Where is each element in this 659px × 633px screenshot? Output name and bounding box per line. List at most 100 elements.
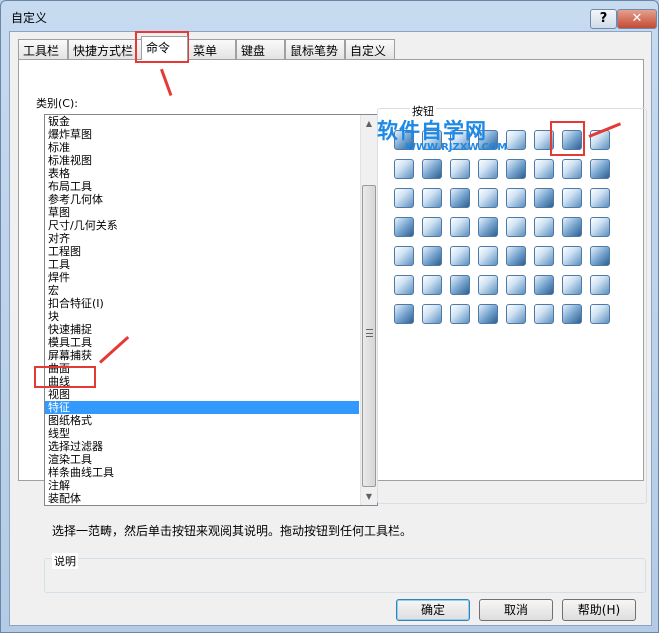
category-item[interactable]: 标准 bbox=[45, 141, 359, 154]
combine-icon[interactable] bbox=[422, 217, 442, 237]
rib-icon[interactable] bbox=[450, 159, 470, 179]
category-item[interactable]: 渲染工具 bbox=[45, 453, 359, 466]
boundary-icon[interactable] bbox=[506, 217, 526, 237]
category-item[interactable]: 参考几何体 bbox=[45, 193, 359, 206]
flex-icon[interactable] bbox=[450, 188, 470, 208]
category-item[interactable]: 钣金 bbox=[45, 115, 359, 128]
category-item[interactable]: 标准视图 bbox=[45, 154, 359, 167]
fillet-icon[interactable] bbox=[394, 159, 414, 179]
category-item[interactable]: 图纸格式 bbox=[45, 414, 359, 427]
category-item[interactable]: 草图 bbox=[45, 206, 359, 219]
cavity-icon[interactable] bbox=[562, 217, 582, 237]
chamfer-icon[interactable] bbox=[422, 159, 442, 179]
indent-icon[interactable] bbox=[478, 188, 498, 208]
category-item[interactable]: 尺寸/几何关系 bbox=[45, 219, 359, 232]
category-item[interactable]: 块 bbox=[45, 310, 359, 323]
category-list[interactable]: 钣金 爆炸草图 标准 标准视图 表格 布局工具 参考几何体 草图 尺寸/几何关系 对齐 工程图 工具焊… bbox=[44, 114, 378, 506]
advanced-hole-icon[interactable] bbox=[450, 275, 470, 295]
wrap-icon[interactable] bbox=[422, 188, 442, 208]
watermark-url: WWW.RJZXW.COM bbox=[405, 142, 508, 153]
cosmetic-thread-icon[interactable] bbox=[534, 275, 554, 295]
scroll-down-arrow-icon[interactable]: ▼ bbox=[361, 488, 377, 505]
stud-icon[interactable] bbox=[506, 275, 526, 295]
freeform-icon[interactable] bbox=[534, 188, 554, 208]
draft-icon[interactable] bbox=[478, 159, 498, 179]
tab-customization[interactable]: 自定义 bbox=[345, 39, 395, 59]
intersect-icon[interactable] bbox=[450, 217, 470, 237]
category-item[interactable]: 扣合特征(I) bbox=[45, 297, 359, 310]
fill-pattern-icon[interactable] bbox=[534, 246, 554, 266]
reference-icon[interactable] bbox=[506, 304, 526, 324]
category-item[interactable]: 线型 bbox=[45, 427, 359, 440]
deform-icon[interactable] bbox=[506, 188, 526, 208]
category-item[interactable]: 装配体 bbox=[45, 492, 359, 505]
body-delete-icon[interactable] bbox=[478, 304, 498, 324]
cancel-button[interactable]: 取消 bbox=[479, 599, 553, 621]
shell-icon[interactable] bbox=[506, 159, 526, 179]
tab-shortcut-bars[interactable]: 快捷方式栏 bbox=[68, 39, 143, 59]
category-item[interactable]: 屏幕捕获 bbox=[45, 349, 359, 362]
split-icon[interactable] bbox=[394, 217, 414, 237]
sketch-pattern-icon[interactable] bbox=[506, 246, 526, 266]
tab-mouse-gestures[interactable]: 鼠标笔势 bbox=[285, 39, 345, 59]
category-item[interactable]: 工程图 bbox=[45, 245, 359, 258]
move-face-icon[interactable] bbox=[562, 188, 582, 208]
pattern-assembly-icon[interactable] bbox=[534, 304, 554, 324]
category-item[interactable]: 样条曲线工具 bbox=[45, 466, 359, 479]
scale-icon[interactable] bbox=[590, 217, 610, 237]
variable-pattern-icon[interactable] bbox=[562, 246, 582, 266]
thicken-icon[interactable] bbox=[478, 217, 498, 237]
category-item[interactable]: 注解 bbox=[45, 479, 359, 492]
scroll-thumb[interactable] bbox=[362, 185, 376, 487]
title-bar[interactable]: 自定义 ? ✕ bbox=[1, 1, 658, 31]
surface-cut-icon[interactable] bbox=[534, 217, 554, 237]
delete-face-icon[interactable] bbox=[590, 188, 610, 208]
derived-pattern-icon[interactable] bbox=[590, 246, 610, 266]
category-item[interactable]: 爆炸草图 bbox=[45, 128, 359, 141]
category-item[interactable]: 宏 bbox=[45, 284, 359, 297]
dome-icon[interactable] bbox=[534, 159, 554, 179]
lip-groove-icon[interactable] bbox=[590, 275, 610, 295]
category-item[interactable]: 工具 bbox=[45, 258, 359, 271]
help-icon[interactable]: ? bbox=[590, 9, 617, 29]
mirror-icon[interactable] bbox=[422, 246, 442, 266]
category-item[interactable]: 特征 bbox=[45, 401, 359, 414]
category-item[interactable]: 快速捕捉 bbox=[45, 323, 359, 336]
fastening-icon[interactable] bbox=[562, 275, 582, 295]
category-item[interactable]: 布局工具 bbox=[45, 180, 359, 193]
shape-icon[interactable] bbox=[562, 159, 582, 179]
grip-icon bbox=[366, 329, 373, 337]
category-scrollbar[interactable]: ▲ ▼ bbox=[360, 115, 377, 505]
circular-pattern-icon[interactable] bbox=[450, 246, 470, 266]
tab-menus[interactable]: 菜单 bbox=[188, 39, 236, 59]
customize-dialog: 自定义 ? ✕ 工具栏 快捷方式栏 命令 菜单 键盘 鼠标笔势 自定义 类别(C… bbox=[0, 0, 659, 633]
grid-3d-icon[interactable] bbox=[590, 304, 610, 324]
category-item[interactable]: 模具工具 bbox=[45, 336, 359, 349]
hole-wizard-icon[interactable] bbox=[422, 275, 442, 295]
description-box bbox=[44, 558, 646, 593]
category-item[interactable]: 对齐 bbox=[45, 232, 359, 245]
category-item[interactable]: 表格 bbox=[45, 167, 359, 180]
thread-icon[interactable] bbox=[478, 275, 498, 295]
feature-works-icon[interactable] bbox=[422, 304, 442, 324]
help-button[interactable]: 帮助(H) bbox=[562, 599, 636, 621]
hole-icon[interactable] bbox=[394, 188, 414, 208]
category-item[interactable]: 选择过滤器 bbox=[45, 440, 359, 453]
curve-driven-pattern-icon[interactable] bbox=[590, 159, 610, 179]
linear-pattern-icon[interactable] bbox=[394, 246, 414, 266]
close-icon[interactable]: ✕ bbox=[617, 9, 657, 29]
library-feature-icon[interactable] bbox=[394, 275, 414, 295]
tab-keyboard[interactable]: 键盘 bbox=[236, 39, 285, 59]
category-item[interactable]: 焊件 bbox=[45, 271, 359, 284]
imported-icon[interactable] bbox=[394, 304, 414, 324]
check-icon[interactable] bbox=[562, 304, 582, 324]
extrude-cut-icon[interactable] bbox=[506, 130, 526, 150]
move-copy-icon[interactable] bbox=[450, 304, 470, 324]
table-pattern-icon[interactable] bbox=[478, 246, 498, 266]
category-item[interactable]: 视图 bbox=[45, 388, 359, 401]
category-label: 类别(C): bbox=[36, 97, 78, 110]
tab-toolbars[interactable]: 工具栏 bbox=[18, 39, 68, 59]
tab-commands[interactable]: 命令 bbox=[141, 36, 188, 60]
ok-button[interactable]: 确定 bbox=[396, 599, 470, 621]
scroll-up-arrow-icon[interactable]: ▲ bbox=[361, 115, 377, 132]
